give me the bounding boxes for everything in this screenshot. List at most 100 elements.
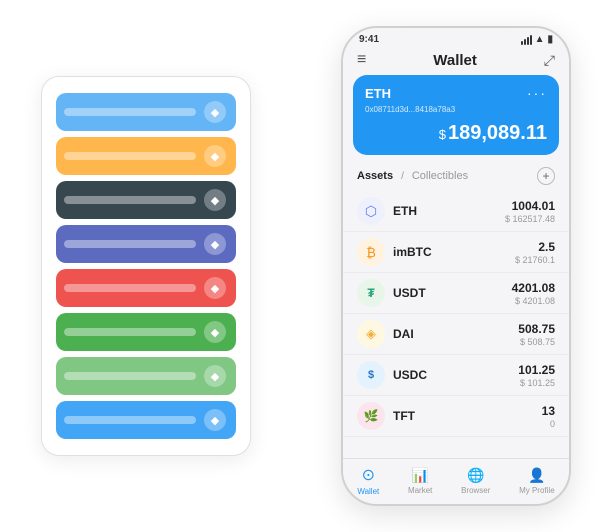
dai-values: 508.75 $ 508.75 xyxy=(518,322,555,347)
tab-divider: / xyxy=(401,171,404,182)
usdt-logo: ₮ xyxy=(357,279,385,307)
scene: ◆ ◆ ◆ ◆ ◆ ◆ ◆ ◆ xyxy=(21,16,581,516)
eth-usd: $ 162517.48 xyxy=(505,214,555,224)
wallet-nav-icon: ⊙ xyxy=(362,465,375,485)
usdc-amount: 101.25 xyxy=(518,363,555,377)
usdt-usd: $ 4201.08 xyxy=(512,296,555,306)
profile-nav-label: My Profile xyxy=(519,486,555,495)
card-line xyxy=(64,240,196,248)
browser-nav-icon: 🌐 xyxy=(467,467,484,484)
stack-card-5[interactable]: ◆ xyxy=(56,269,236,307)
add-asset-button[interactable]: + xyxy=(537,167,555,185)
dai-amount: 508.75 xyxy=(518,322,555,336)
balance-amount: 189,089.11 xyxy=(448,122,547,144)
stack-card-8[interactable]: ◆ xyxy=(56,401,236,439)
usdc-values: 101.25 $ 101.25 xyxy=(518,363,555,388)
card-line xyxy=(64,372,196,380)
nav-profile[interactable]: 👤 My Profile xyxy=(519,467,555,495)
card-line xyxy=(64,152,196,160)
card-stack: ◆ ◆ ◆ ◆ ◆ ◆ ◆ ◆ xyxy=(41,76,251,456)
market-nav-label: Market xyxy=(408,486,432,495)
eth-card-top: ETH ··· xyxy=(365,85,547,101)
usdt-amount: 4201.08 xyxy=(512,281,555,295)
dai-logo: ◈ xyxy=(357,320,385,348)
list-item[interactable]: ₿ imBTC 2.5 $ 21760.1 xyxy=(343,232,569,273)
status-bar: 9:41 ▲ ▮ xyxy=(343,28,569,47)
asset-list: ⬡ ETH 1004.01 $ 162517.48 ₿ imBTC 2.5 $ … xyxy=(343,191,569,458)
signal-icon xyxy=(521,35,532,45)
battery-icon: ▮ xyxy=(547,34,553,45)
stack-card-6[interactable]: ◆ xyxy=(56,313,236,351)
imbtc-amount: 2.5 xyxy=(515,240,555,254)
bottom-nav: ⊙ Wallet 📊 Market 🌐 Browser 👤 My Profile xyxy=(343,458,569,504)
tft-logo: 🌿 xyxy=(357,402,385,430)
market-nav-icon: 📊 xyxy=(411,467,428,484)
menu-icon[interactable]: ≡ xyxy=(357,51,366,69)
status-icons: ▲ ▮ xyxy=(521,34,553,45)
card-icon-3: ◆ xyxy=(204,189,226,211)
stack-card-7[interactable]: ◆ xyxy=(56,357,236,395)
card-line xyxy=(64,196,196,204)
nav-wallet[interactable]: ⊙ Wallet xyxy=(357,465,379,496)
card-icon-8: ◆ xyxy=(204,409,226,431)
card-icon-5: ◆ xyxy=(204,277,226,299)
list-item[interactable]: $ USDC 101.25 $ 101.25 xyxy=(343,355,569,396)
imbtc-name: imBTC xyxy=(393,245,515,259)
assets-tabs: Assets / Collectibles xyxy=(357,170,468,182)
list-item[interactable]: ◈ DAI 508.75 $ 508.75 xyxy=(343,314,569,355)
list-item[interactable]: ₮ USDT 4201.08 $ 4201.08 xyxy=(343,273,569,314)
page-title: Wallet xyxy=(433,52,477,69)
browser-nav-label: Browser xyxy=(461,486,490,495)
status-time: 9:41 xyxy=(359,34,379,45)
tft-amount: 13 xyxy=(542,404,555,418)
list-item[interactable]: 🌿 TFT 13 0 xyxy=(343,396,569,437)
eth-logo: ⬡ xyxy=(357,197,385,225)
imbtc-values: 2.5 $ 21760.1 xyxy=(515,240,555,265)
card-icon-1: ◆ xyxy=(204,101,226,123)
card-icon-7: ◆ xyxy=(204,365,226,387)
stack-card-1[interactable]: ◆ xyxy=(56,93,236,131)
usdc-name: USDC xyxy=(393,368,518,382)
usdc-usd: $ 101.25 xyxy=(518,378,555,388)
dollar-sign: $ xyxy=(439,127,446,142)
phone-screen: 9:41 ▲ ▮ ≡ Wallet ⤢ xyxy=(343,28,569,504)
tab-assets[interactable]: Assets xyxy=(357,170,393,182)
stack-card-3[interactable]: ◆ xyxy=(56,181,236,219)
imbtc-logo: ₿ xyxy=(357,238,385,266)
imbtc-usd: $ 21760.1 xyxy=(515,255,555,265)
expand-icon[interactable]: ⤢ xyxy=(544,52,555,69)
list-item[interactable]: ⬡ ETH 1004.01 $ 162517.48 xyxy=(343,191,569,232)
eth-balance: $189,089.11 xyxy=(365,122,547,145)
phone-header: ≡ Wallet ⤢ xyxy=(343,47,569,75)
nav-market[interactable]: 📊 Market xyxy=(408,467,432,495)
profile-nav-icon: 👤 xyxy=(528,467,545,484)
dai-name: DAI xyxy=(393,327,518,341)
stack-card-4[interactable]: ◆ xyxy=(56,225,236,263)
eth-symbol: ETH xyxy=(365,86,391,101)
card-icon-6: ◆ xyxy=(204,321,226,343)
eth-card-menu[interactable]: ··· xyxy=(527,85,547,101)
card-icon-2: ◆ xyxy=(204,145,226,167)
wifi-icon: ▲ xyxy=(535,34,545,45)
eth-values: 1004.01 $ 162517.48 xyxy=(505,199,555,224)
eth-address: 0x08711d3d...8418a78a3 xyxy=(365,105,547,114)
card-line xyxy=(64,416,196,424)
usdc-logo: $ xyxy=(357,361,385,389)
assets-header: Assets / Collectibles + xyxy=(343,163,569,191)
phone-mockup: 9:41 ▲ ▮ ≡ Wallet ⤢ xyxy=(341,26,571,506)
tft-values: 13 0 xyxy=(542,404,555,429)
eth-card[interactable]: ETH ··· 0x08711d3d...8418a78a3 $189,089.… xyxy=(353,75,559,155)
dai-usd: $ 508.75 xyxy=(518,337,555,347)
tft-name: TFT xyxy=(393,409,542,423)
nav-browser[interactable]: 🌐 Browser xyxy=(461,467,490,495)
usdt-name: USDT xyxy=(393,286,512,300)
tab-collectibles[interactable]: Collectibles xyxy=(412,170,468,182)
card-line xyxy=(64,108,196,116)
stack-card-2[interactable]: ◆ xyxy=(56,137,236,175)
card-icon-4: ◆ xyxy=(204,233,226,255)
usdt-values: 4201.08 $ 4201.08 xyxy=(512,281,555,306)
tft-usd: 0 xyxy=(542,419,555,429)
wallet-nav-label: Wallet xyxy=(357,487,379,496)
eth-amount: 1004.01 xyxy=(505,199,555,213)
card-line xyxy=(64,284,196,292)
